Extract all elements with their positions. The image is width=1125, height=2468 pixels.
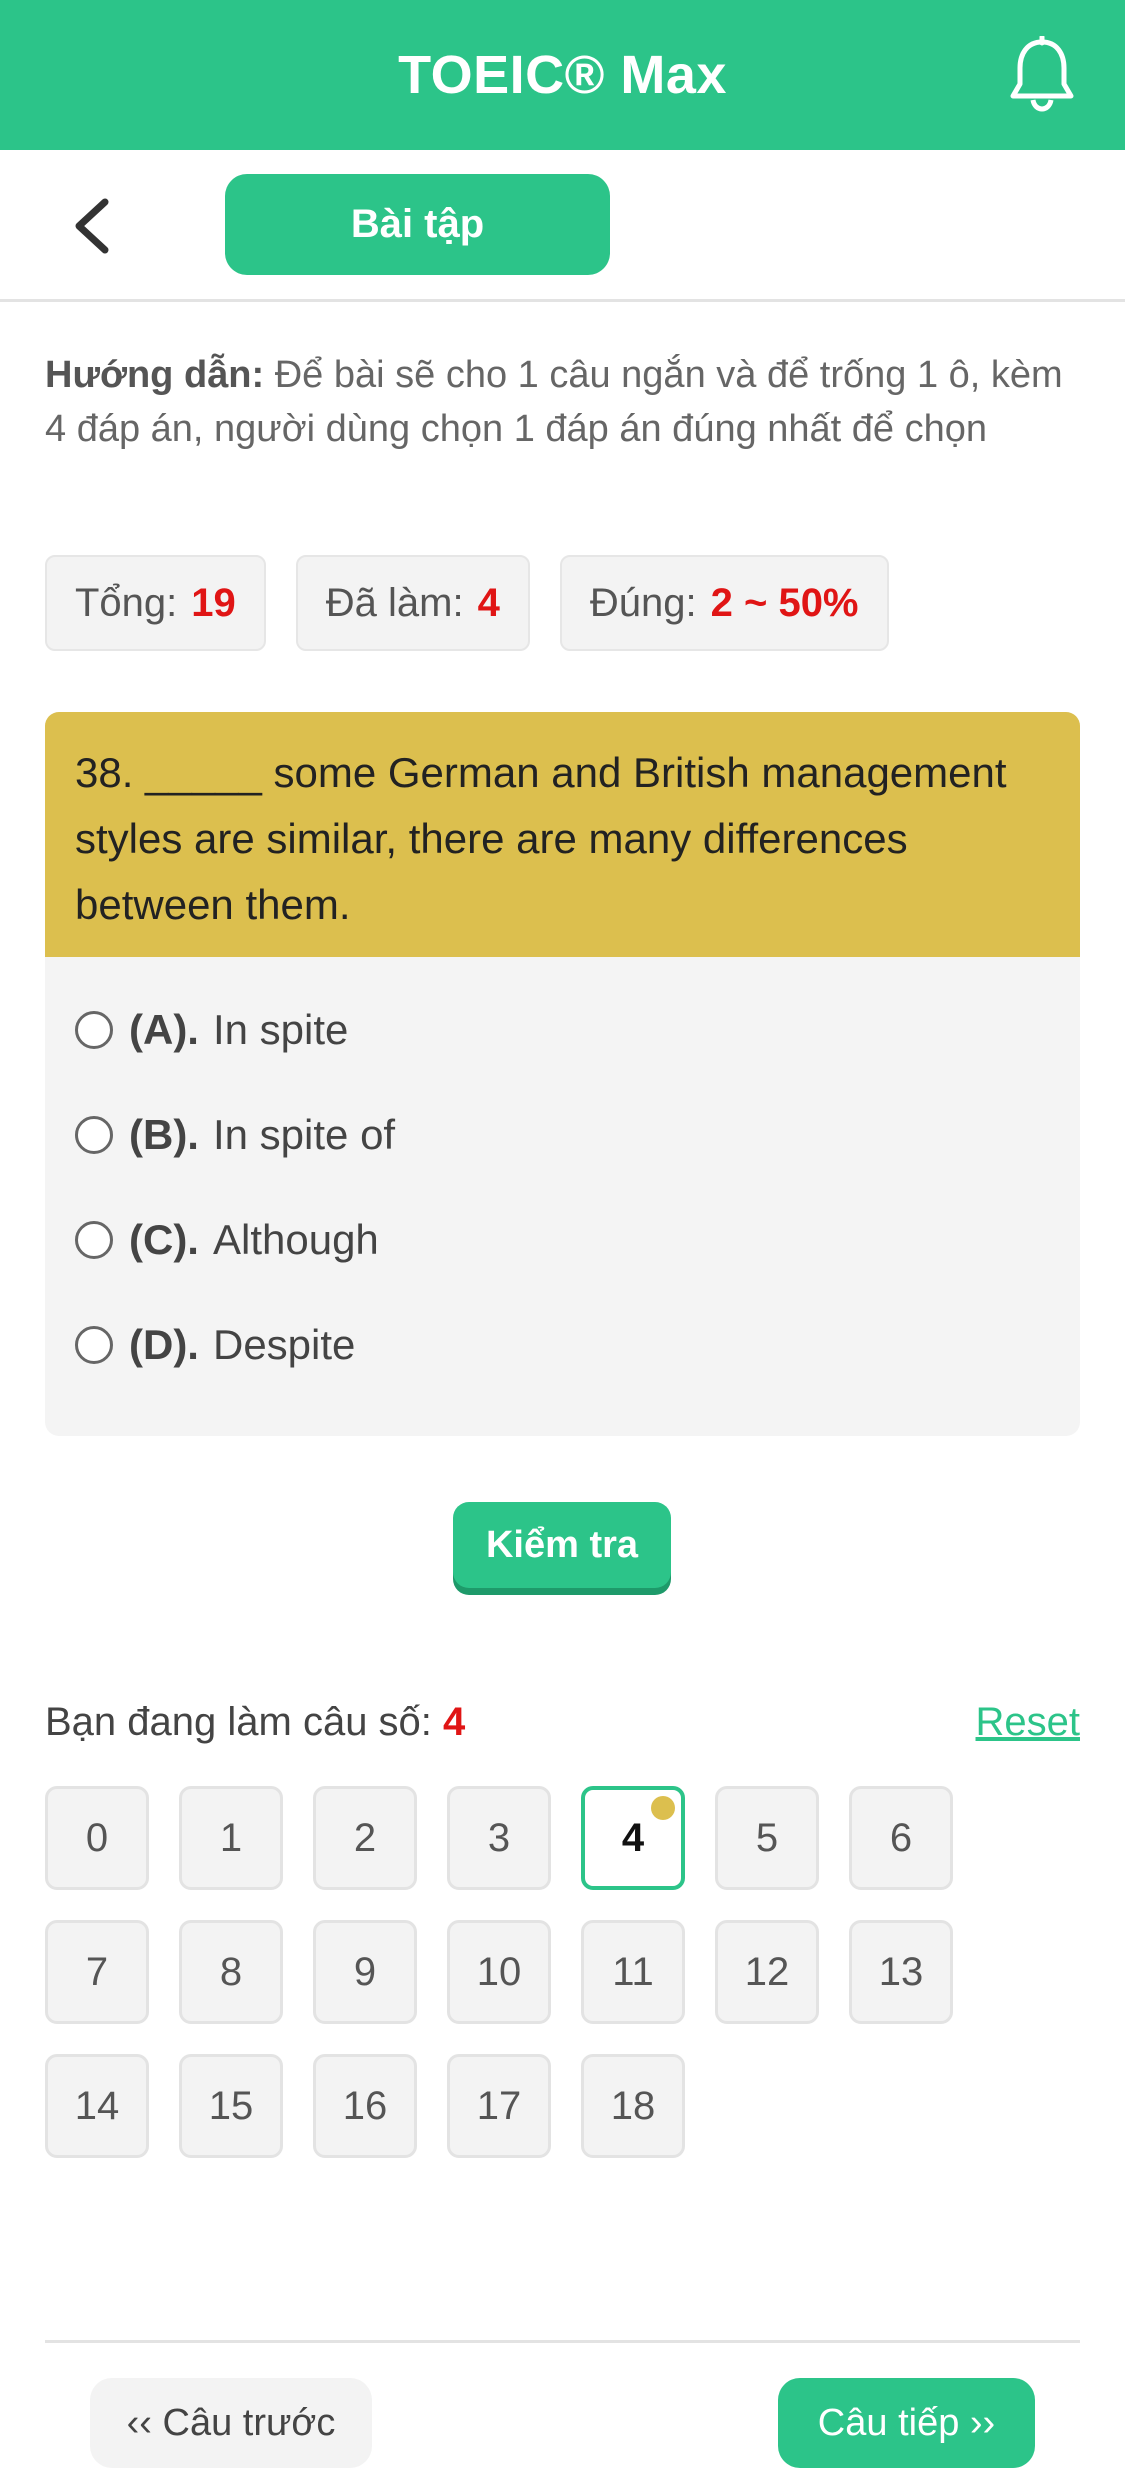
stat-done-value: 4: [477, 580, 500, 625]
stat-done: Đã làm: 4: [295, 555, 530, 651]
question-number-cell[interactable]: 8: [179, 1920, 283, 2024]
radio-button[interactable]: [75, 1010, 113, 1049]
option-letter: (D).: [129, 1320, 199, 1368]
question-number-cell[interactable]: 11: [581, 1920, 685, 2024]
prev-question-button[interactable]: ‹‹ Câu trước: [90, 2378, 372, 2468]
radio-button[interactable]: [75, 1325, 113, 1364]
question-number-cell[interactable]: 4: [581, 1786, 685, 1890]
stat-total: Tổng: 19: [45, 555, 266, 651]
stat-total-value: 19: [191, 580, 236, 625]
option-b[interactable]: (B). In spite of: [75, 1082, 1050, 1187]
stat-correct: Đúng: 2 ~ 50%: [559, 555, 889, 651]
stats-row: Tổng: 19 Đã làm: 4 Đúng: 2 ~ 50%: [45, 555, 889, 651]
option-text: Despite: [212, 1320, 356, 1368]
option-text: Although: [212, 1215, 379, 1263]
question-text: 38. _____ some German and British manage…: [45, 712, 1080, 957]
option-a[interactable]: (A). In spite: [75, 977, 1050, 1082]
option-c[interactable]: (C). Although: [75, 1187, 1050, 1292]
question-number-cell[interactable]: 2: [313, 1786, 417, 1890]
progress-current: 4: [443, 1700, 466, 1744]
question-number-cell[interactable]: 0: [45, 1786, 149, 1890]
question-number-cell[interactable]: 18: [581, 2054, 685, 2158]
question-number-cell[interactable]: 10: [447, 1920, 551, 2024]
app-header: TOEIC® Max: [0, 0, 1125, 150]
question-number-cell[interactable]: 14: [45, 2054, 149, 2158]
chevron-left-icon[interactable]: [56, 190, 126, 262]
tab-exercise[interactable]: Bài tập: [225, 174, 610, 275]
question-number-cell[interactable]: 6: [849, 1786, 953, 1890]
divider: [45, 2340, 1080, 2343]
check-button[interactable]: Kiểm tra: [453, 1502, 671, 1588]
option-letter: (A).: [129, 1005, 199, 1053]
question-number-cell[interactable]: 9: [313, 1920, 417, 2024]
option-d[interactable]: (D). Despite: [75, 1292, 1050, 1397]
option-text: In spite of: [212, 1110, 396, 1158]
progress-label-text: Bạn đang làm câu số:: [45, 1700, 432, 1744]
instructions-lead: Hướng dẫn:: [45, 354, 265, 396]
question-number-cell[interactable]: 16: [313, 2054, 417, 2158]
radio-button[interactable]: [75, 1220, 113, 1259]
question-number-cell[interactable]: 12: [715, 1920, 819, 2024]
question-number-cell[interactable]: 15: [179, 2054, 283, 2158]
progress-label: Bạn đang làm câu số: 4: [45, 1700, 465, 1745]
stat-correct-value: 2 ~ 50%: [710, 580, 859, 625]
question-number-cell[interactable]: 1: [179, 1786, 283, 1890]
bell-icon[interactable]: [1007, 34, 1077, 112]
current-indicator-dot: [651, 1796, 675, 1820]
options-list: (A). In spite (B). In spite of (C). Alth…: [45, 957, 1080, 1417]
stat-correct-label: Đúng:: [589, 580, 697, 625]
reset-link[interactable]: Reset: [976, 1700, 1081, 1745]
question-number-cell[interactable]: 7: [45, 1920, 149, 2024]
radio-button[interactable]: [75, 1115, 113, 1154]
toolbar: Bài tập: [0, 150, 1125, 302]
question-number-cell[interactable]: 13: [849, 1920, 953, 2024]
option-text: In spite: [212, 1005, 349, 1053]
option-letter: (C).: [129, 1215, 199, 1263]
stat-done-label: Đã làm:: [325, 580, 464, 625]
question-card: 38. _____ some German and British manage…: [45, 712, 1080, 1436]
question-number-cell[interactable]: 3: [447, 1786, 551, 1890]
instructions: Hướng dẫn: Để bài sẽ cho 1 câu ngắn và đ…: [45, 348, 1085, 456]
app-title: TOEIC® Max: [398, 45, 727, 105]
stat-total-label: Tổng:: [75, 580, 178, 625]
next-question-button[interactable]: Câu tiếp ››: [778, 2378, 1035, 2468]
question-number-cell[interactable]: 17: [447, 2054, 551, 2158]
question-number-cell[interactable]: 5: [715, 1786, 819, 1890]
option-letter: (B).: [129, 1110, 199, 1158]
